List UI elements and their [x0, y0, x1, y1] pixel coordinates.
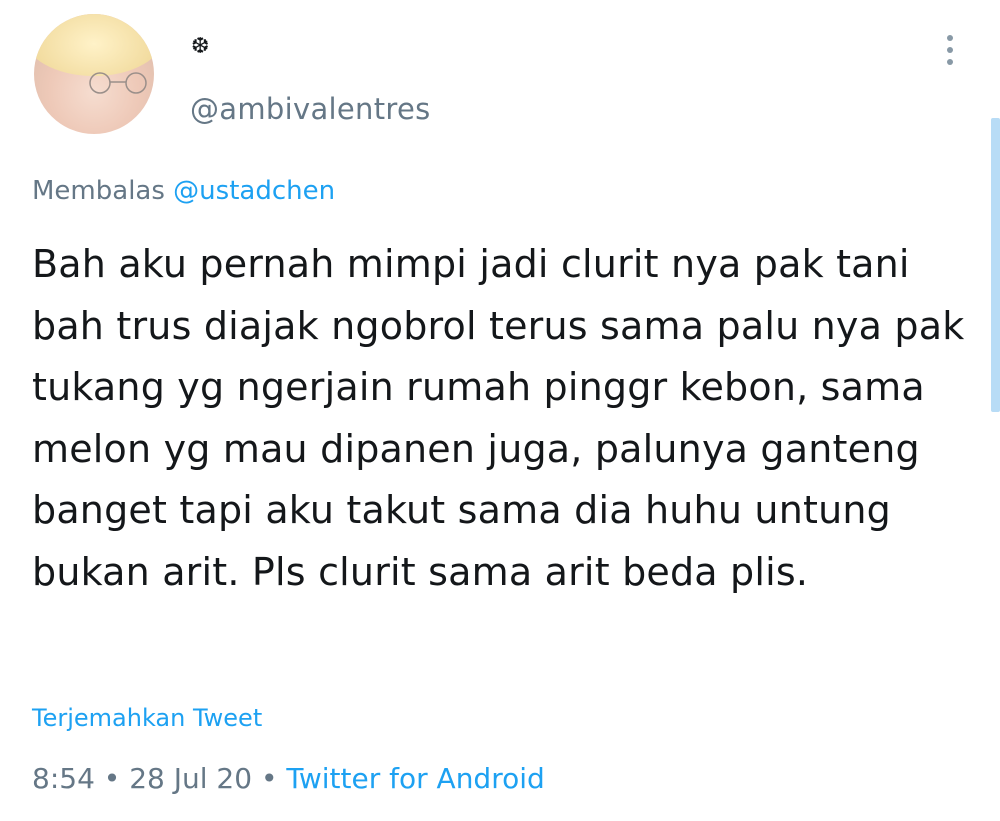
- glasses-icon: [89, 72, 147, 94]
- avatar-hair: [34, 14, 154, 76]
- tweet-date: 28 Jul 20: [129, 762, 253, 795]
- reply-prefix: Membalas: [32, 176, 174, 206]
- tweet-source-link[interactable]: Twitter for Android: [286, 762, 544, 795]
- reply-mention-link[interactable]: @ustadchen: [173, 176, 335, 206]
- tweet-time: 8:54: [32, 762, 95, 795]
- avatar[interactable]: [34, 14, 154, 134]
- display-name[interactable]: ❆: [191, 34, 209, 59]
- tweet-meta: 8:54 • 28 Jul 20 • Twitter for Android: [32, 762, 545, 795]
- meta-separator: •: [252, 762, 287, 795]
- meta-separator: •: [94, 762, 130, 795]
- more-options-icon[interactable]: [938, 32, 962, 68]
- scrollbar-thumb[interactable]: [991, 118, 1000, 412]
- author-handle[interactable]: @ambivalentres: [190, 92, 431, 126]
- reply-context: Membalas @ustadchen: [32, 176, 335, 206]
- tweet-text: Bah aku pernah mimpi jadi clurit nya pak…: [32, 242, 965, 594]
- translate-tweet-link[interactable]: Terjemahkan Tweet: [32, 704, 262, 732]
